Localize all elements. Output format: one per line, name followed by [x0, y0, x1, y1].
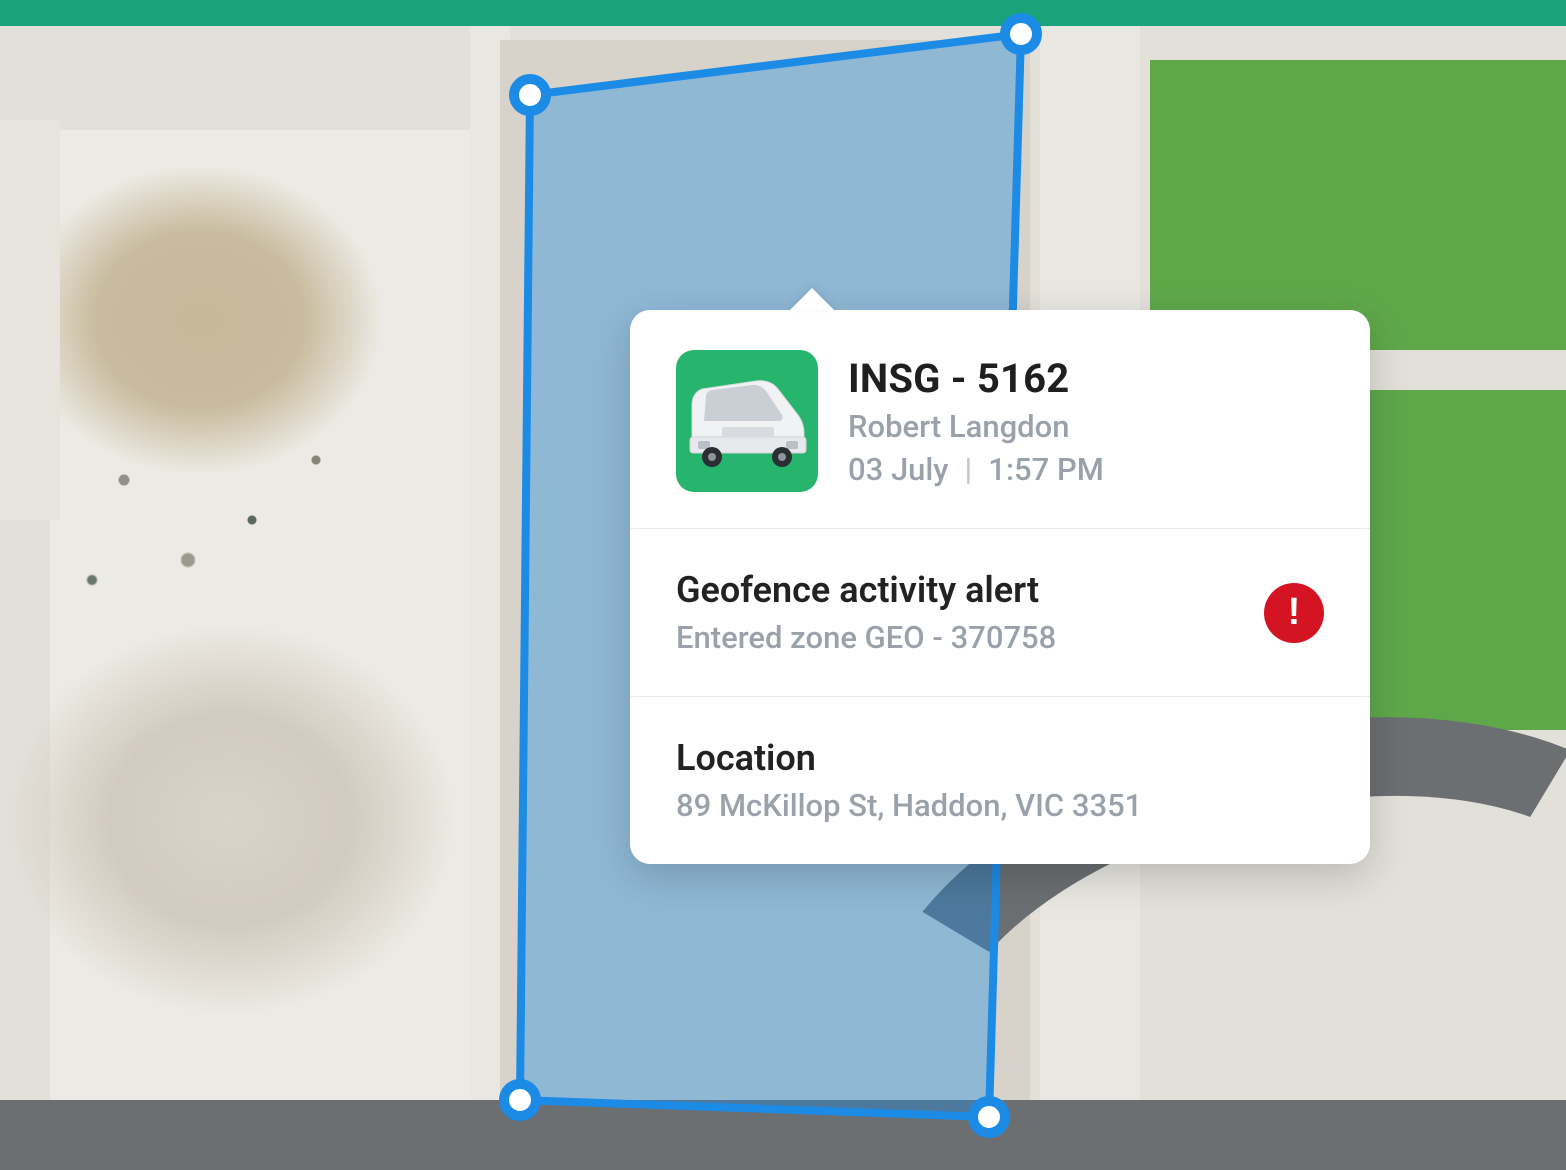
alert-title: Geofence activity alert	[676, 569, 1056, 611]
event-date: 03 July	[848, 451, 949, 488]
geofence-alert-section: Geofence activity alert Entered zone GEO…	[630, 529, 1370, 697]
map-stage: INSG - 5162 Robert Langdon 03 July | 1:57 …	[0, 0, 1566, 1170]
driver-name: Robert Langdon	[848, 408, 1104, 445]
event-datetime: 03 July | 1:57 PM	[848, 451, 1104, 488]
vehicle-info-popup: INSG - 5162 Robert Langdon 03 July | 1:57 …	[630, 310, 1370, 864]
truck-icon	[686, 375, 808, 467]
datetime-separator: |	[965, 451, 973, 488]
alert-subtitle: Entered zone GEO - 370758	[676, 619, 1056, 656]
alert-exclamation-icon: !	[1264, 583, 1324, 643]
location-address: 89 McKillop St, Haddon, VIC 3351	[676, 787, 1324, 824]
vehicle-id: INSG - 5162	[848, 355, 1104, 402]
location-title: Location	[676, 737, 1324, 779]
event-time: 1:57 PM	[988, 451, 1104, 488]
vehicle-avatar	[676, 350, 818, 492]
location-section: Location 89 McKillop St, Haddon, VIC 335…	[630, 697, 1370, 864]
popup-header: INSG - 5162 Robert Langdon 03 July | 1:57 …	[630, 310, 1370, 529]
